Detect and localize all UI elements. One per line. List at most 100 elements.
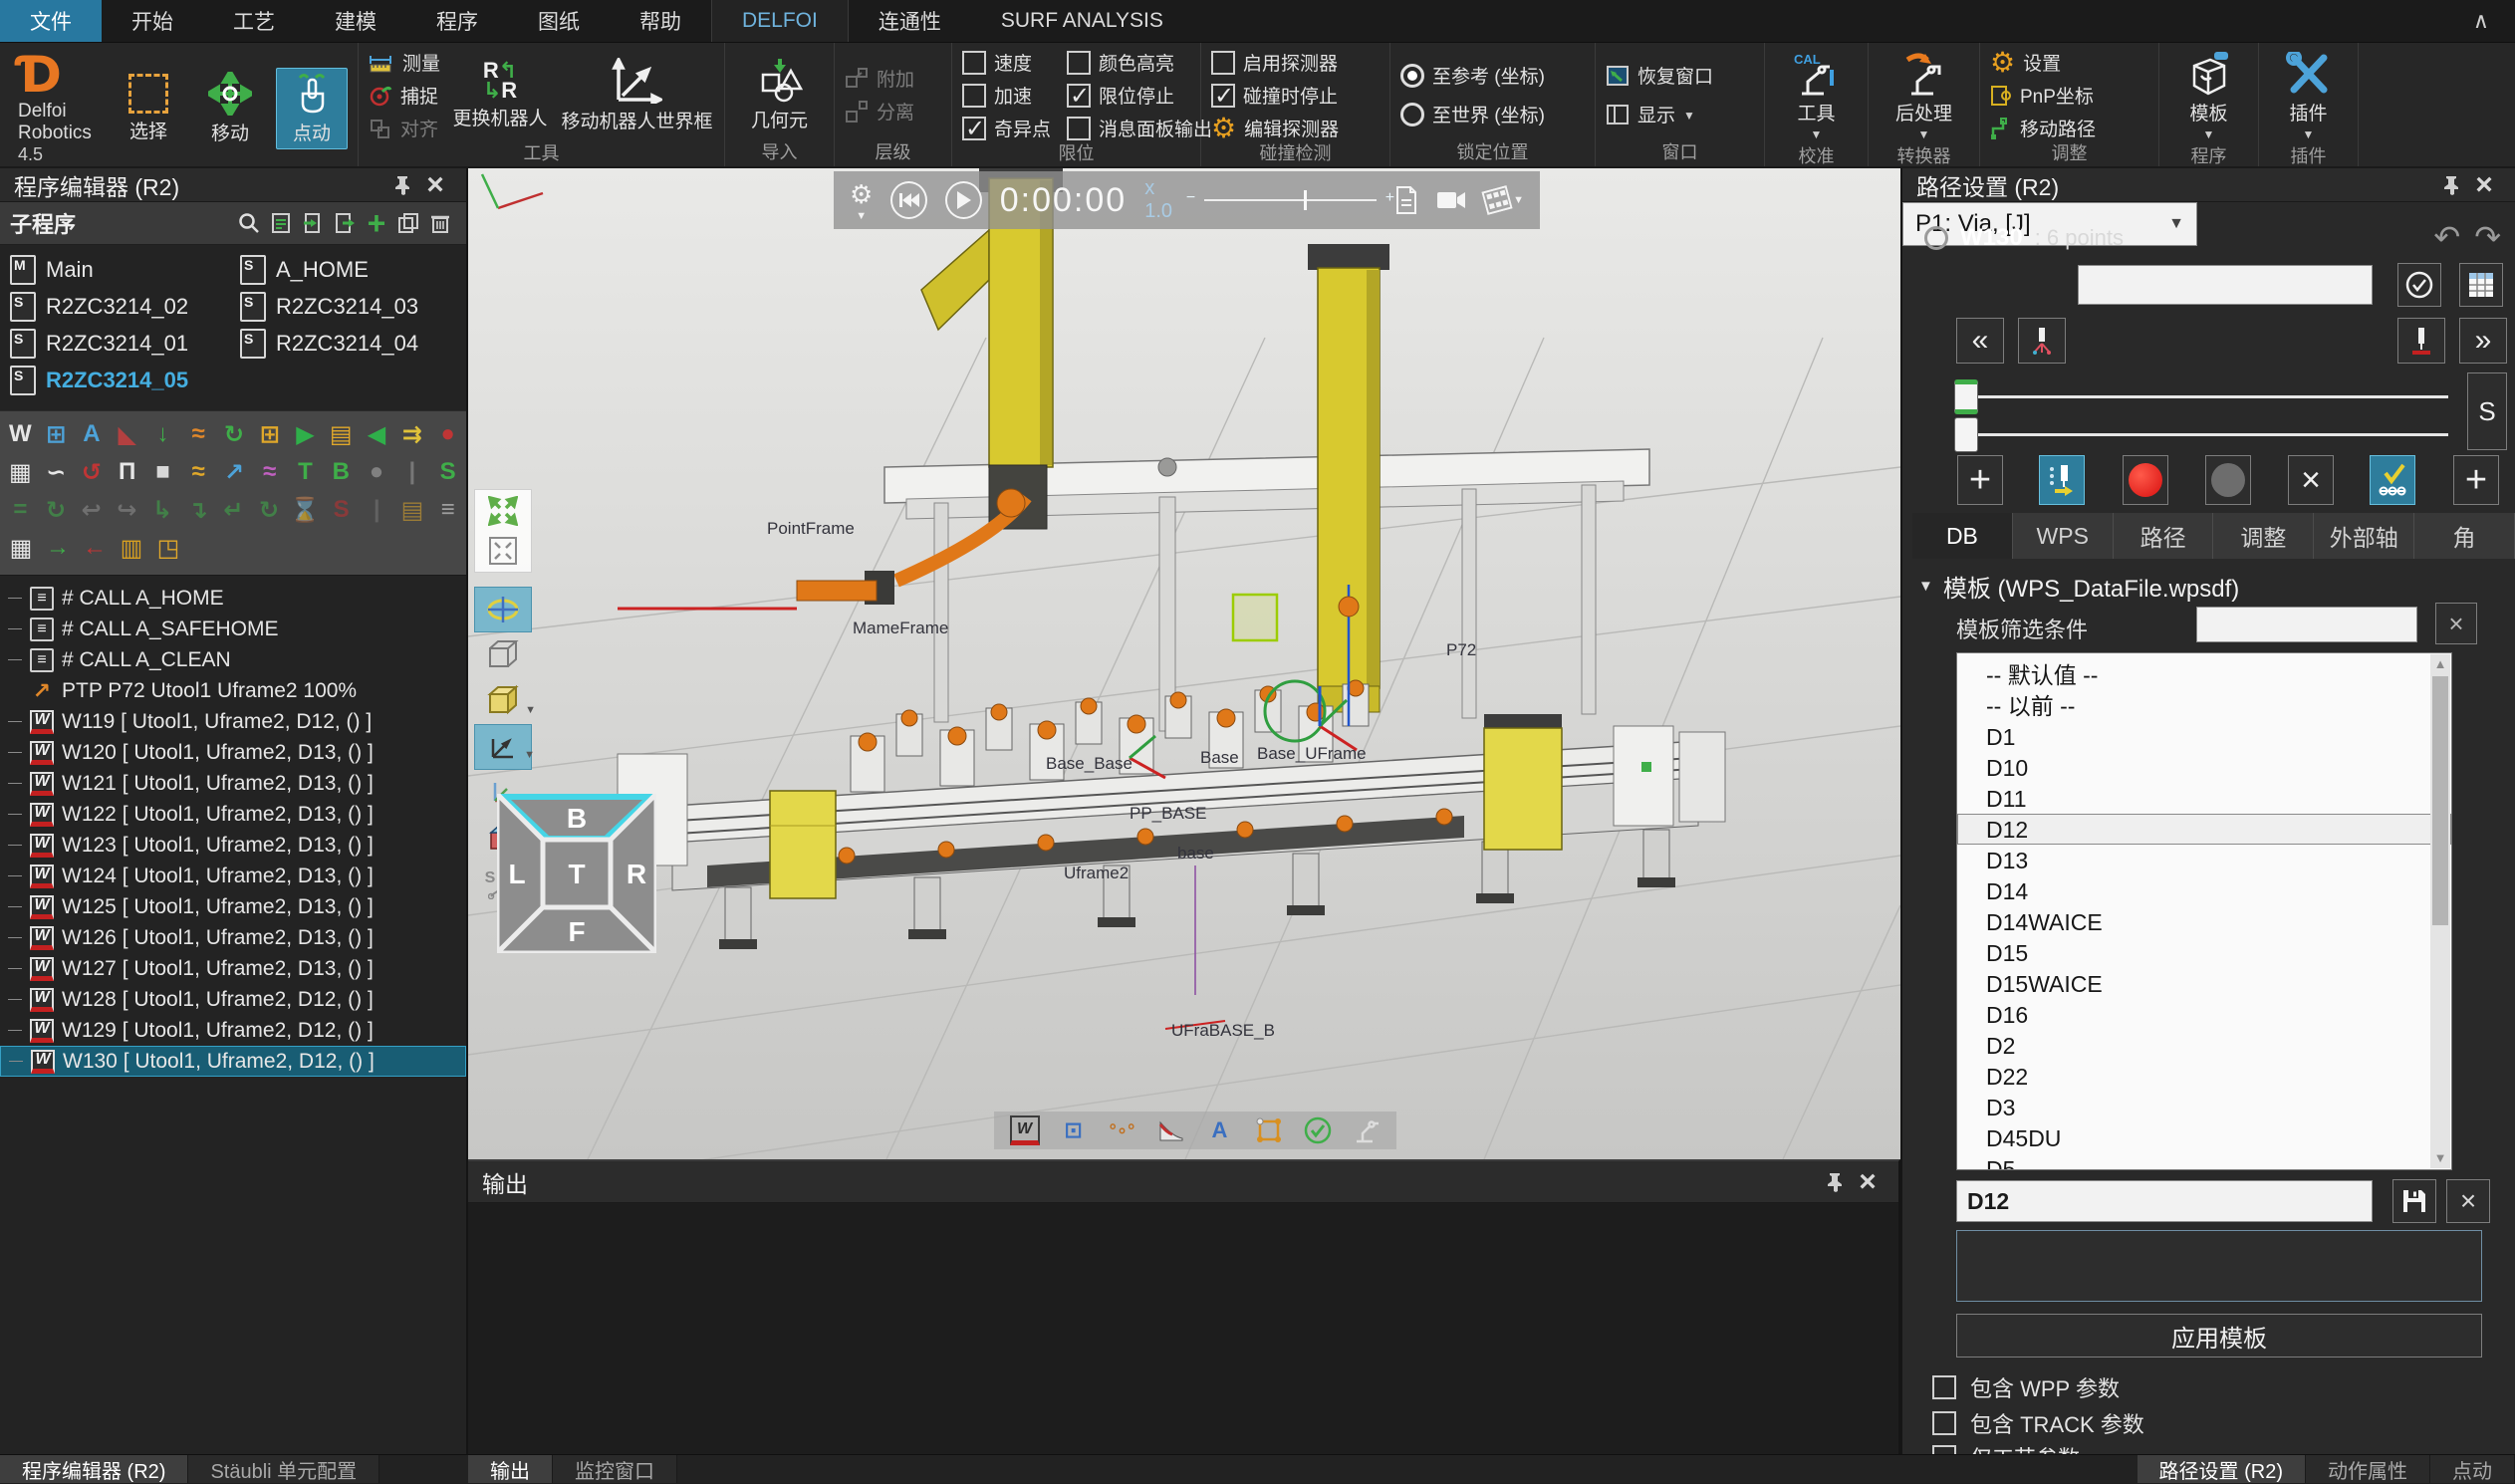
redo-icon[interactable]: ↷: [2474, 218, 2501, 256]
move-button[interactable]: 移动: [194, 69, 266, 148]
select-button[interactable]: 选择: [113, 71, 184, 146]
template-list-item[interactable]: D45DU: [1957, 1122, 2451, 1153]
toolbar-icon[interactable]: |: [363, 495, 391, 525]
statement-row[interactable]: W119 [ Utool1, Uframe2, D12, () ]: [0, 706, 466, 737]
point-comment-input[interactable]: [2078, 265, 2373, 305]
navigation-cube[interactable]: B L T R F: [497, 794, 656, 953]
toolbar-icon[interactable]: ▤: [398, 495, 427, 525]
speed-checkbox[interactable]: 速度: [962, 49, 1051, 76]
apply-template-button[interactable]: 应用模板: [1956, 1314, 2482, 1358]
template-button[interactable]: 模板▼: [2173, 49, 2245, 144]
subprogram-item[interactable]: S R2ZC3214_01: [6, 325, 236, 362]
statement-row[interactable]: # CALL A_SAFEHOME: [0, 614, 466, 644]
toolbar-icon[interactable]: ◀: [363, 419, 391, 449]
toolbar-icon[interactable]: ≈: [255, 457, 284, 487]
record-button[interactable]: [2123, 455, 2168, 505]
settings-tab[interactable]: WPS: [2013, 513, 2114, 559]
settings-tab[interactable]: 角: [2414, 513, 2515, 559]
search-icon[interactable]: [233, 208, 265, 238]
toolbar-icon[interactable]: ⌛: [290, 495, 320, 525]
save-template-button[interactable]: [2392, 1179, 2436, 1223]
toolbar-icon[interactable]: ↓: [148, 419, 177, 449]
include-track-checkbox[interactable]: 包含 TRACK 参数: [1932, 1407, 2144, 1439]
checklist-icon[interactable]: [265, 208, 297, 238]
toolbar-icon[interactable]: ↴: [183, 495, 212, 525]
fit-view-icon[interactable]: [488, 496, 518, 526]
confirm-button[interactable]: [2397, 263, 2441, 307]
template-list-item[interactable]: D14: [1957, 875, 2451, 906]
limit-stop-checkbox[interactable]: 限位停止: [1067, 82, 1212, 109]
to-world-radio-circle[interactable]: [1400, 103, 1424, 126]
template-list-item[interactable]: D11: [1957, 783, 2451, 814]
template-list-item[interactable]: -- 以前 --: [1957, 690, 2451, 721]
bottom-tab[interactable]: 监控窗口: [553, 1455, 677, 1483]
statement-row[interactable]: W125 [ Utool1, Uframe2, D13, () ]: [0, 891, 466, 922]
play-button[interactable]: [945, 181, 982, 219]
accel-checkbox[interactable]: 加速: [962, 82, 1051, 109]
template-list-item[interactable]: D5: [1957, 1153, 2451, 1170]
toolbar-icon[interactable]: T: [291, 457, 320, 487]
to-world-radio[interactable]: 至世界 (坐标): [1400, 101, 1545, 127]
subprogram-item[interactable]: S R2ZC3214_05: [6, 362, 236, 398]
statement-row[interactable]: # CALL A_HOME: [0, 583, 466, 614]
toolbar-icon[interactable]: ↗: [220, 457, 249, 487]
bottom-tab[interactable]: 输出: [468, 1455, 553, 1483]
pin-icon[interactable]: [1817, 1168, 1851, 1196]
menu-item[interactable]: DELFOI: [711, 0, 849, 42]
add-subprogram-icon[interactable]: +: [361, 208, 392, 238]
delete-icon[interactable]: [424, 208, 456, 238]
include-wpp-checkbox[interactable]: 包含 WPP 参数: [1932, 1371, 2120, 1403]
menu-item[interactable]: 帮助: [610, 0, 711, 42]
template-list-item[interactable]: D12: [1957, 814, 2451, 845]
scroll-up-icon[interactable]: ▲: [2430, 654, 2450, 674]
scroll-down-icon[interactable]: ▼: [2430, 1148, 2450, 1168]
record-stop-button[interactable]: [2205, 455, 2251, 505]
move-robot-world-frame-button[interactable]: 移动机器人世界框: [560, 55, 714, 136]
template-list-item[interactable]: D16: [1957, 999, 2451, 1030]
film-strip-icon[interactable]: ▼: [1484, 188, 1524, 212]
to-reference-radio[interactable]: 至参考 (坐标): [1400, 62, 1545, 89]
zoom-window-icon[interactable]: [488, 536, 518, 566]
export-program-icon[interactable]: [329, 208, 361, 238]
check-reachability-tool[interactable]: [1303, 1115, 1333, 1145]
prev-point-button[interactable]: «: [1956, 318, 2004, 364]
template-list-item[interactable]: D22: [1957, 1061, 2451, 1092]
toolbar-icon[interactable]: ▦: [6, 533, 36, 563]
subprogram-item[interactable]: S A_HOME: [236, 251, 466, 288]
path-points-tool[interactable]: °∘°: [1108, 1115, 1137, 1145]
subprogram-item[interactable]: S R2ZC3214_04: [236, 325, 466, 362]
toolbar-icon[interactable]: ↳: [148, 495, 177, 525]
point-position-slider[interactable]: [1954, 433, 2448, 436]
menu-item[interactable]: 文件: [0, 0, 102, 42]
statement-row[interactable]: W129 [ Utool1, Uframe2, D12, () ]: [0, 1015, 466, 1046]
toolbar-icon[interactable]: ■: [148, 457, 177, 487]
undo-icon[interactable]: ↶: [2433, 218, 2460, 256]
edit-detector-button[interactable]: ⚙ 编辑探测器: [1211, 115, 1339, 141]
toolbar-icon[interactable]: ≡: [433, 495, 462, 525]
toolbar-icon[interactable]: =: [6, 495, 35, 525]
solid-cube-tool[interactable]: ▼: [474, 678, 532, 724]
snap-button[interactable]: 捕捉: [369, 82, 440, 109]
replace-robot-button[interactable]: R↰↳R 更换机器人: [450, 58, 550, 133]
statement-row[interactable]: # CALL A_CLEAN: [0, 644, 466, 675]
menu-item[interactable]: SURF ANALYSIS: [971, 0, 1193, 42]
singularity-checkbox[interactable]: 奇异点: [962, 115, 1051, 141]
add-point-after-button[interactable]: +: [2453, 455, 2499, 505]
select-frame-tool[interactable]: [1254, 1115, 1284, 1145]
toolbar-icon[interactable]: ↩: [77, 495, 106, 525]
menu-item[interactable]: 建模: [305, 0, 406, 42]
statement-row[interactable]: W127 [ Utool1, Uframe2, D13, () ]: [0, 953, 466, 984]
step-mode-button[interactable]: S: [2467, 372, 2507, 450]
speed-slider[interactable]: −+: [1204, 199, 1377, 201]
record-video-icon[interactable]: [1436, 189, 1466, 211]
toolbar-icon[interactable]: ⊞: [255, 419, 284, 449]
speed-slider-handle[interactable]: [1304, 190, 1307, 210]
bottom-tab[interactable]: Stäubli 单元配置: [188, 1455, 379, 1483]
plugin-button[interactable]: 插件▼: [2273, 49, 2345, 144]
collision-stop-checkbox[interactable]: 碰撞时停止: [1211, 82, 1339, 109]
highlight-checkbox[interactable]: 颜色高亮: [1067, 49, 1212, 76]
msg-output-checkbox[interactable]: 消息面板输出: [1067, 115, 1212, 141]
frame-axes-tool[interactable]: ▼: [474, 724, 532, 770]
jump-to-point-button[interactable]: [2018, 318, 2066, 364]
toolbar-icon[interactable]: ≈: [184, 419, 213, 449]
